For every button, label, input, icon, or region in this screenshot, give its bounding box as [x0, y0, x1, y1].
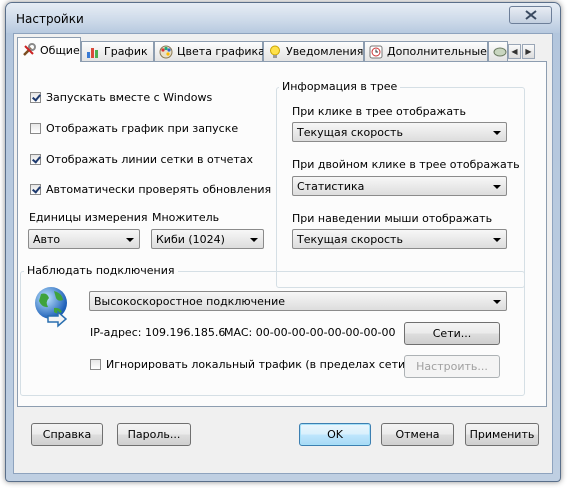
chevron-down-icon — [493, 131, 501, 135]
tab-label: Цвета графика — [177, 45, 265, 58]
chevron-down-icon — [493, 238, 501, 242]
tray-hover-select[interactable]: Текущая скорость — [292, 229, 507, 249]
checkbox-label: Автоматически проверять обновления — [46, 183, 272, 196]
tab-label: Общие — [40, 43, 80, 57]
chart-icon — [86, 45, 100, 59]
chevron-down-icon — [126, 238, 134, 242]
window-title: Настройки — [16, 12, 84, 26]
networks-button[interactable]: Сети... — [404, 322, 500, 345]
checkbox-show-chart-on-start[interactable]: Отображать график при запуске — [30, 122, 238, 135]
connection-value: Высокоскоростное подключение — [94, 295, 285, 308]
units-select[interactable]: Авто — [28, 229, 140, 249]
units-label: Единицы измерения — [29, 211, 148, 224]
checkbox-auto-updates[interactable]: Автоматически проверять обновления — [30, 183, 271, 196]
palette-icon — [159, 45, 173, 59]
ip-address-text: IP-адрес: 109.196.185.6 — [90, 326, 226, 339]
multiplier-value: Киби (1024) — [156, 233, 225, 246]
cancel-button[interactable]: Отмена — [381, 423, 454, 446]
tray-click-select[interactable]: Текущая скорость — [292, 122, 507, 142]
checkbox-label: Отображать линии сетки в отчетах — [46, 153, 254, 166]
general-tab-page: Запускать вместе с Windows Отображать гр… — [17, 61, 547, 407]
units-value: Авто — [33, 233, 61, 246]
network-globe-icon — [32, 284, 76, 331]
tab-label: Дополнительные — [387, 45, 487, 58]
apply-button[interactable]: Применить — [465, 423, 539, 446]
multiplier-label: Множитель — [152, 211, 220, 224]
tools-icon — [22, 43, 36, 57]
close-button[interactable] — [509, 6, 552, 24]
bulb-icon — [268, 45, 282, 59]
tab-label: Уведомления — [286, 45, 364, 58]
stats-icon — [493, 45, 507, 59]
chevron-down-icon — [250, 238, 258, 242]
help-button[interactable]: Справка — [31, 423, 103, 446]
tab-scroll-left[interactable]: ◀ — [508, 44, 521, 59]
tray-group-title: Информация в трее — [279, 80, 401, 93]
close-icon — [525, 10, 537, 20]
tab-general[interactable]: Общие — [17, 37, 81, 62]
checkbox-box[interactable] — [30, 184, 41, 195]
checkbox-label: Запускать вместе с Windows — [46, 91, 213, 104]
settings-window: Настройки Общие График Цвета графика Уве… — [5, 2, 561, 482]
clock-icon — [369, 45, 383, 59]
checkbox-box[interactable] — [90, 359, 101, 370]
dialog-client: Общие График Цвета графика Уведомления Д… — [13, 33, 553, 474]
checkbox-box[interactable] — [30, 92, 41, 103]
password-button[interactable]: Пароль... — [117, 423, 191, 446]
tab-advanced[interactable]: Дополнительные — [364, 41, 488, 61]
tab-chart-colors[interactable]: Цвета графика — [154, 41, 265, 61]
connection-group-title: Наблюдать подключения — [24, 264, 178, 277]
checkbox-grid-lines[interactable]: Отображать линии сетки в отчетах — [30, 153, 253, 166]
tab-notifications[interactable]: Уведомления — [263, 41, 364, 61]
checkbox-label: Отображать график при запуске — [46, 122, 239, 135]
checkbox-box[interactable] — [30, 123, 41, 134]
mac-address-text: MAC: 00-00-00-00-00-00-00-00 — [224, 326, 396, 339]
tray-dblclick-label: При двойном клике в трее отображать — [292, 158, 520, 171]
tab-scroll-right[interactable]: ▶ — [522, 44, 535, 59]
configure-button[interactable]: Настроить... — [404, 355, 500, 378]
checkbox-start-with-windows[interactable]: Запускать вместе с Windows — [30, 91, 212, 104]
title-bar[interactable]: Настройки — [6, 3, 560, 33]
tray-dblclick-select[interactable]: Статистика — [292, 176, 507, 196]
tab-chart[interactable]: График — [81, 41, 154, 61]
chevron-down-icon — [493, 300, 501, 304]
tab-more[interactable] — [488, 41, 508, 61]
tray-dblclick-value: Статистика — [297, 180, 365, 193]
chevron-down-icon — [493, 185, 501, 189]
tray-hover-label: При наведении мыши отображать — [292, 212, 493, 225]
ok-button[interactable]: OK — [299, 423, 371, 446]
tray-click-label: При клике в трее отображать — [292, 105, 466, 118]
tray-click-value: Текущая скорость — [297, 126, 403, 139]
checkbox-label: Игнорировать локальный трафик (в предела… — [106, 358, 410, 371]
tray-hover-value: Текущая скорость — [297, 233, 403, 246]
checkbox-ignore-local-traffic[interactable]: Игнорировать локальный трафик (в предела… — [90, 358, 409, 371]
tab-strip: Общие График Цвета графика Уведомления Д… — [17, 36, 552, 62]
checkbox-box[interactable] — [30, 154, 41, 165]
multiplier-select[interactable]: Киби (1024) — [151, 229, 264, 249]
tab-label: График — [104, 45, 148, 58]
connection-select[interactable]: Высокоскоростное подключение — [89, 291, 507, 311]
